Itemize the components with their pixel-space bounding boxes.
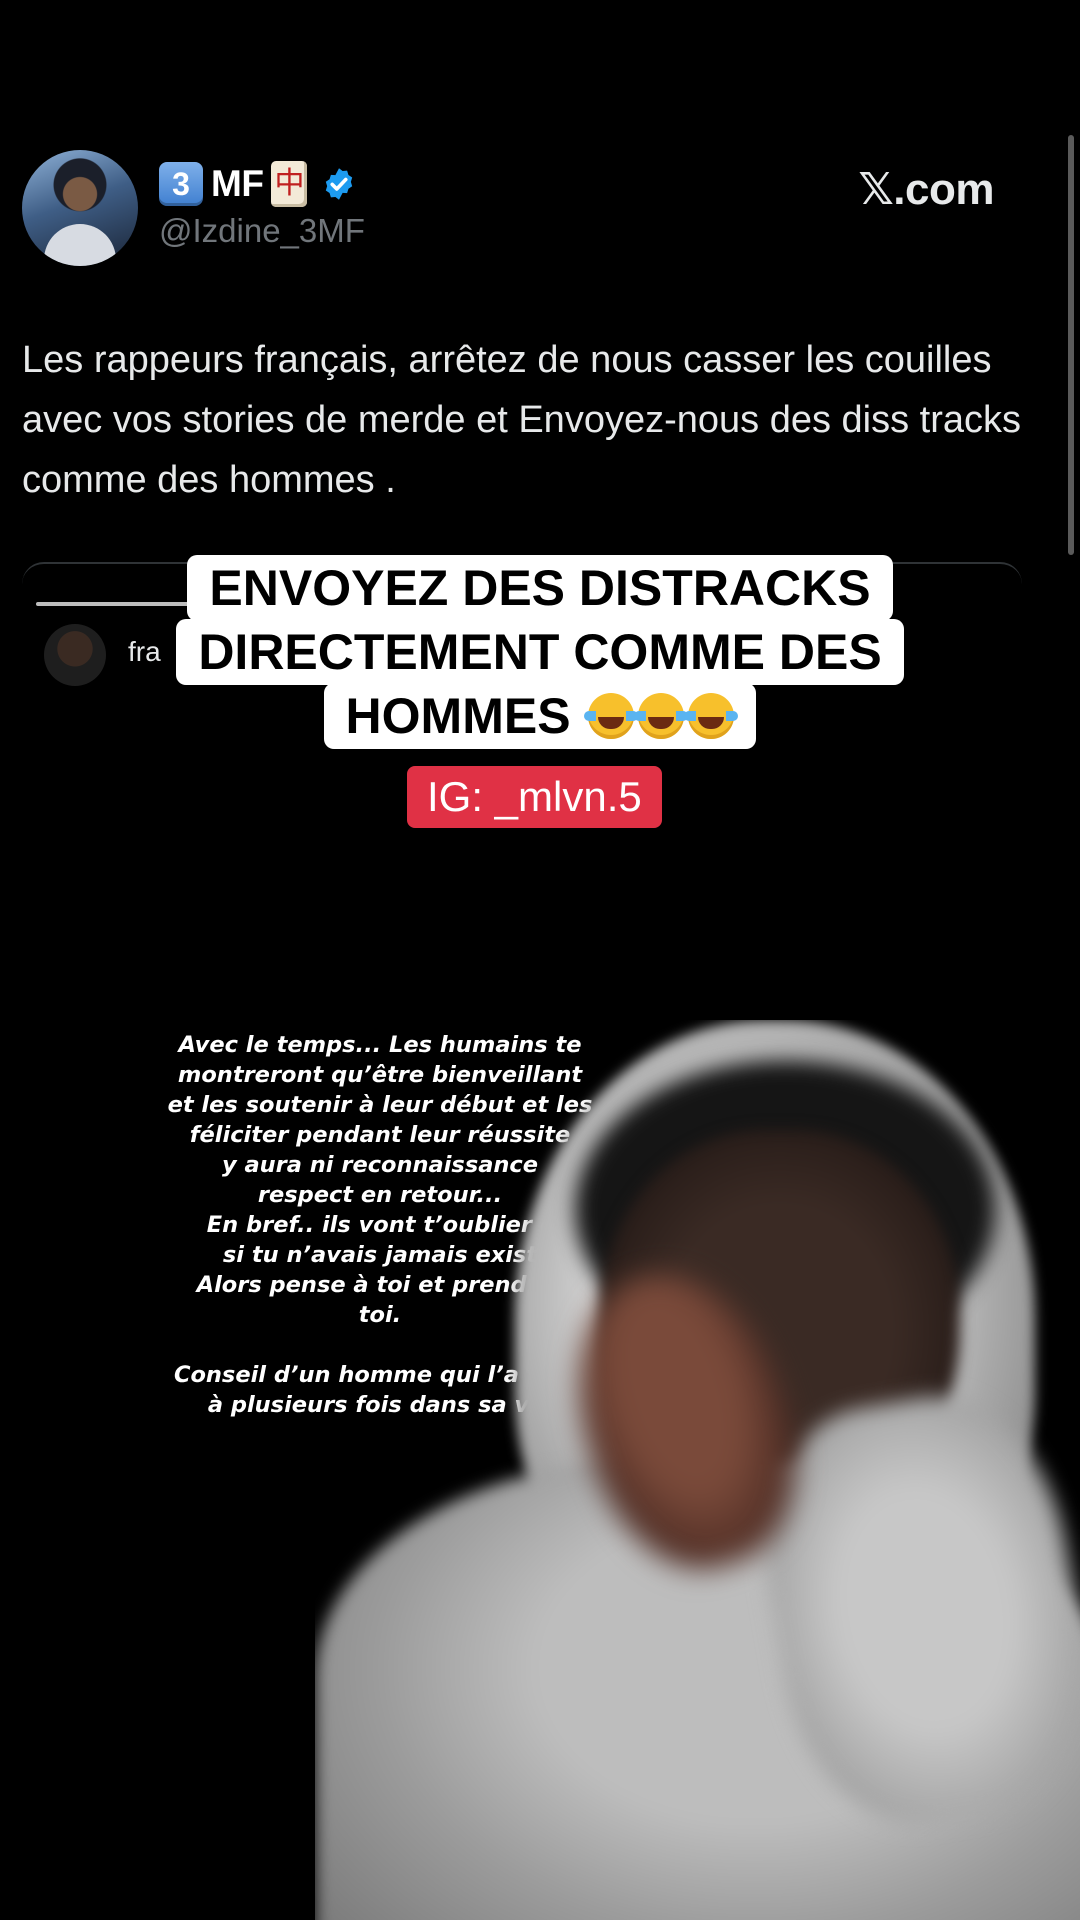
caption-line-3: HOMMES bbox=[323, 683, 757, 749]
tweet-body: Les rappeurs français, arrêtez de nous c… bbox=[22, 339, 1022, 501]
caption-line-1: ENVOYEZ DES DISTRACKS bbox=[187, 555, 893, 621]
instagram-handle-tag: IG: _mlvn.5 bbox=[407, 766, 662, 828]
site-logo: 𝕏.com bbox=[858, 165, 994, 214]
tears-of-joy-icon bbox=[584, 693, 639, 739]
scrollbar[interactable] bbox=[1068, 135, 1074, 555]
video-caption: ENVOYEZ DES DISTRACKS DIRECTEMENT COMME … bbox=[0, 555, 1080, 749]
display-name: MF bbox=[211, 163, 264, 204]
creator-video-overlay bbox=[315, 1020, 1080, 1920]
tears-of-joy-icon bbox=[634, 693, 689, 739]
user-handle[interactable]: @Izdine_3MF bbox=[159, 212, 365, 250]
display-name-row[interactable]: 3 MF 中 bbox=[159, 160, 357, 208]
caption-line-2: DIRECTEMENT COMME DES bbox=[176, 619, 904, 685]
keycap-digit-icon: 3 bbox=[159, 162, 203, 206]
mahjong-tile-icon: 中 bbox=[271, 161, 308, 207]
tweet-header: 3 MF 中 @Izdine_3MF 𝕏.com bbox=[22, 150, 1042, 270]
verified-badge-icon bbox=[326, 168, 353, 200]
caption-line-3-text: HOMMES bbox=[345, 688, 571, 744]
profile-avatar[interactable] bbox=[22, 150, 138, 266]
tears-of-joy-icon bbox=[684, 693, 739, 739]
